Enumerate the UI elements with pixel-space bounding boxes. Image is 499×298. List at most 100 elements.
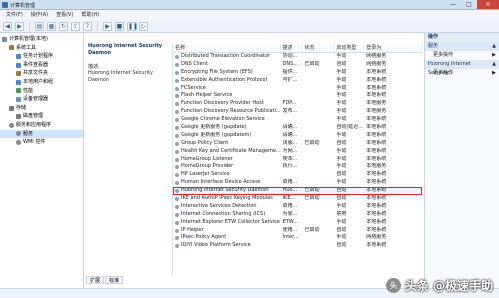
table-row[interactable]: Health Key and Certificate Manageme... 为网… — [173, 148, 422, 156]
help-icon[interactable]: ? — [83, 21, 92, 31]
table-row-highlighted[interactable]: Huorong Internet Security Daemon Huo... 已启… — [173, 187, 422, 196]
tree-item[interactable]: 磁盘管理 — [0, 112, 83, 121]
forward-icon[interactable]: ▶ — [15, 21, 24, 31]
table-row[interactable]: IP Helper 使用... 已启动 自动 本地系统 — [173, 227, 422, 235]
table-row[interactable]: Encrypting File System (EFS) 提供... 手动 本地系统 — [173, 69, 422, 77]
service-name: Distributed Transaction Coordinator — [173, 53, 281, 61]
watermark-logo: 头 — [385, 278, 401, 293]
collapse-icon[interactable]: ▲ — [492, 42, 496, 51]
table-row[interactable]: Interactive Services Detection 启用... 手动 本地系… — [173, 203, 422, 211]
tree-item[interactable]: 服务 — [0, 129, 83, 139]
service-startup-type: 手动 — [336, 234, 347, 241]
console-tree-icon[interactable]: ▤ — [35, 21, 44, 31]
tree-item[interactable]: 本地用户和组 — [0, 78, 83, 87]
tree-item-label: 设备管理器 — [23, 96, 49, 103]
table-row[interactable]: IQIYI Video Platform Service 自动 本地系统 — [173, 242, 422, 250]
column-log-on-as[interactable]: 登录为 — [364, 44, 422, 52]
toolbar-separator — [97, 21, 98, 31]
table-row[interactable]: Group Policy Client 该服... 已启动 自动 本地系统 — [173, 140, 422, 148]
column-name[interactable]: 名称 — [173, 44, 281, 52]
table-row[interactable]: HomeGroup Provider 执行... 手动 本地服务 — [173, 163, 422, 171]
service-startup-type: 手动 — [336, 84, 347, 91]
menu-file[interactable]: 文件(F) — [2, 10, 27, 20]
service-log-on-as: 本地系统 — [366, 195, 387, 202]
refresh-icon[interactable]: ↻ — [59, 21, 68, 31]
service-status: 已启动 — [304, 195, 320, 202]
services-apps-icon — [9, 122, 14, 128]
tab-standard[interactable]: 标准 — [105, 276, 124, 284]
table-row[interactable]: Google Chrome Elevation Service 手动 本地系统 — [173, 116, 422, 124]
tab-extended[interactable]: 扩展 — [86, 276, 105, 284]
table-row[interactable]: Google 更新服务 (gupdate) 请确... 自动(延迟... 本地系统 — [173, 124, 422, 132]
service-description: 发布... — [282, 108, 298, 115]
tree-item[interactable]: 计算机管理(本地) — [0, 35, 83, 44]
tree-item-label: 事件查看器 — [23, 61, 49, 68]
minimize-button[interactable]: — — [445, 0, 461, 9]
tree-item[interactable]: 任务计划程序 — [0, 52, 83, 61]
table-row[interactable]: IPsec Policy Agent Inter... 手动 网络服务 — [173, 234, 422, 242]
column-description[interactable]: 描述 — [281, 44, 303, 52]
tree-item[interactable]: WMI 控件 — [0, 138, 83, 147]
service-startup-type: 手动 — [336, 68, 347, 75]
actions-section-services[interactable]: 服务 ▲ — [425, 42, 499, 51]
more-actions-label: 更多操作 — [433, 70, 454, 76]
tree-item-label: 存储 — [16, 104, 27, 111]
service-name: Function Discovery Provider Host — [173, 100, 281, 108]
column-status[interactable]: 状态 — [302, 44, 335, 52]
stop-service-icon[interactable]: ■ — [115, 21, 124, 31]
table-row[interactable]: Human Interface Device Access 启用... 手动 本地系统 — [173, 179, 422, 187]
service-name: Internet Connection Sharing (ICS) — [173, 211, 281, 219]
table-row[interactable]: Function Discovery Resource Publicati...… — [173, 108, 422, 116]
service-name-text: Internet Connection Sharing (ICS) — [181, 210, 266, 217]
service-name: Function Discovery Resource Publicati... — [173, 108, 281, 116]
table-row[interactable]: FCService 手动 本地系统 — [173, 85, 422, 93]
tree-item[interactable]: 事件查看器 — [0, 61, 83, 70]
table-row[interactable]: Function Discovery Provider Host FDP... 手动… — [173, 100, 422, 108]
table-row[interactable]: HP LaserJet Service 自动 本地系统 — [173, 171, 422, 179]
table-row[interactable]: DNS Client DNS... 已启动 自动 网络服务 — [173, 61, 422, 69]
table-row[interactable]: Flash Helper Service 手动 本地系统 — [173, 92, 422, 100]
back-icon[interactable]: ◀ — [3, 21, 12, 31]
pause-service-icon[interactable]: ❚❚ — [127, 21, 138, 31]
actions-section-selected-service[interactable]: Huorong Internet Security... ▲ — [425, 60, 499, 76]
table-row[interactable]: Google 更新服务 (gupdatem) 请确... 手动 本地系统 — [173, 132, 422, 140]
table-row[interactable]: HomeGroup Listener 使本... 手动 本地系统 — [173, 156, 422, 164]
start-service-icon[interactable]: ▶ — [103, 21, 112, 31]
table-row[interactable]: Internet Connection Sharing (ICS) 为家... 禁用… — [173, 211, 422, 219]
collapse-icon[interactable]: ▲ — [492, 60, 496, 69]
tree-item[interactable]: 存储 — [0, 104, 83, 113]
properties-icon[interactable]: ▦ — [47, 21, 56, 31]
service-gear-icon — [175, 228, 179, 233]
service-name-text: HomeGroup Provider — [181, 163, 234, 170]
restart-service-icon[interactable]: ▷ — [139, 21, 148, 31]
export-icon[interactable]: ⇪ — [71, 21, 80, 31]
tools-icon — [9, 45, 14, 51]
table-row[interactable]: Internet Explorer ETW Collector Service E… — [173, 219, 422, 227]
table-row[interactable]: IKE and AuthIP IPsec Keying Modules IKE..… — [173, 195, 422, 203]
column-startup-type[interactable]: 启动类型 — [334, 44, 365, 52]
close-button[interactable]: ✕ — [477, 0, 499, 9]
tree-item[interactable]: 服务和应用程序 — [0, 121, 83, 130]
service-startup-type: 手动 — [336, 116, 347, 123]
table-row[interactable]: Distributed Transaction Coordinator 协调...… — [173, 53, 422, 61]
actions-pane: 操作 服务 ▲ 更多操作 ▶ Huorong Internet Security… — [424, 33, 499, 288]
tree-item[interactable]: 共享文件夹 — [0, 69, 83, 78]
service-description: Inter... — [282, 234, 299, 241]
service-description: 使本... — [282, 155, 298, 162]
tree-item[interactable]: 设备管理器 — [0, 95, 83, 104]
menu-action[interactable]: 操作(A) — [27, 10, 52, 20]
watermark: 头 头条 @极速手助 — [385, 277, 493, 294]
service-description: 请确... — [282, 131, 298, 138]
tree-item[interactable]: 性能 — [0, 87, 83, 96]
shared-folder-icon — [16, 71, 21, 77]
tree-item[interactable]: 系统工具 — [0, 44, 83, 53]
maximize-button[interactable]: □ — [461, 0, 477, 9]
service-name-text: IQIYI Video Platform Service — [181, 242, 251, 249]
view-tabs: 扩展 标准 — [86, 276, 124, 284]
more-actions-item[interactable]: 更多操作 ▶ — [425, 69, 499, 78]
table-row[interactable]: Extensible Authentication Protocol 可扩... 手… — [173, 77, 422, 85]
service-name-text: Extensible Authentication Protocol — [181, 76, 267, 83]
more-actions-item[interactable]: 更多操作 ▶ — [425, 51, 499, 60]
menu-help[interactable]: 帮助(H) — [77, 10, 103, 20]
menu-view[interactable]: 查看(V) — [52, 10, 77, 20]
